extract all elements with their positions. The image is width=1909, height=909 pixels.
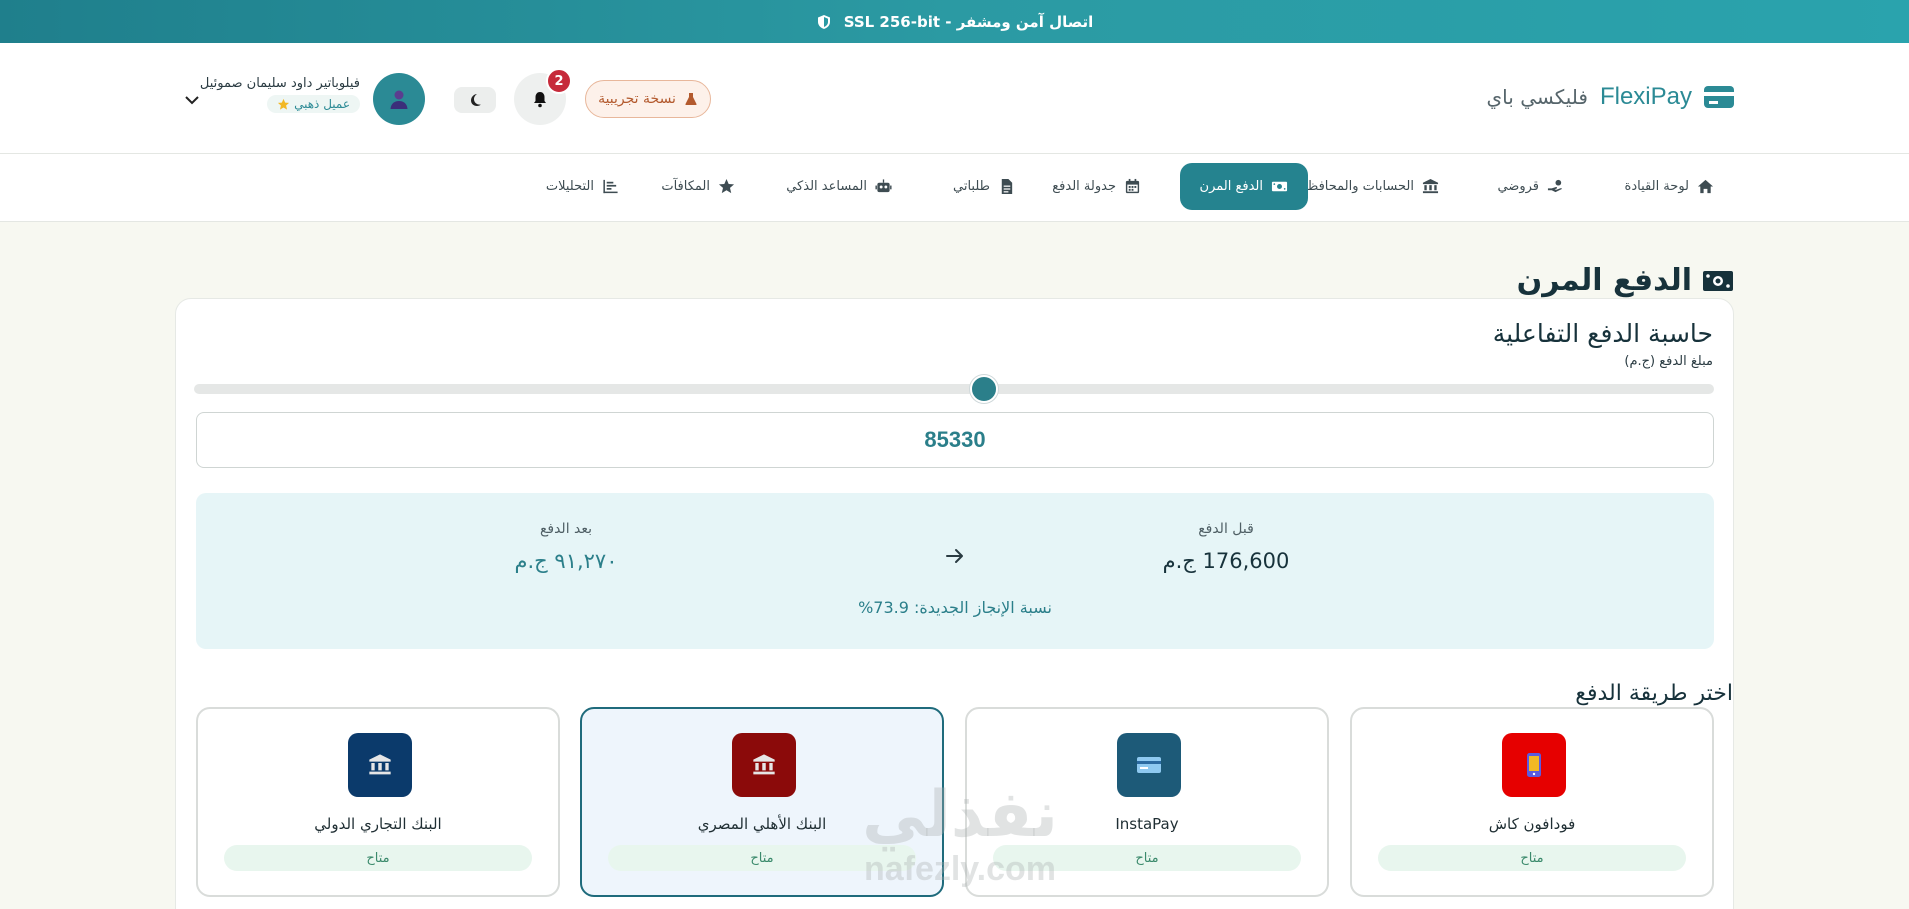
after-payment-label: بعد الدفع <box>539 521 593 537</box>
nav-item-rewards[interactable]: المكافآت <box>641 163 755 210</box>
payment-method-title: اختر طريقة الدفع <box>1575 681 1733 706</box>
nav-item-dashboard[interactable]: لوحة القيادة <box>1605 163 1734 210</box>
main-nav: لوحة القيادة قروضي الحسابات والمحافظ الد… <box>0 154 1909 222</box>
after-payment: بعد الدفع ٩١,٢٧٠ ج.م <box>416 521 716 573</box>
page-title-text: الدفع المرن <box>1516 263 1692 298</box>
arrow-right-icon <box>946 549 963 563</box>
method-card-vodafone-cash[interactable]: فودافون كاش متاح <box>1350 707 1714 897</box>
flask-icon <box>685 93 697 105</box>
nav-item-label: جدولة الدفع <box>1052 179 1116 194</box>
theme-toggle-button[interactable] <box>454 87 496 113</box>
nav-item-my-requests[interactable]: طلباتي <box>933 163 1035 210</box>
user-icon <box>390 90 408 109</box>
method-logo <box>1117 733 1181 797</box>
chart-icon <box>603 179 618 194</box>
phone-icon <box>1527 753 1541 777</box>
nav-item-analytics[interactable]: التحليلات <box>526 163 639 210</box>
nav-item-label: الحسابات والمحافظ <box>1306 179 1414 194</box>
method-logo <box>348 733 412 797</box>
page-title: الدفع المرن <box>1517 263 1734 298</box>
nav-item-label: المساعد الذكي <box>786 179 867 194</box>
method-name: فودافون كاش <box>1488 815 1576 833</box>
brand-name-en: FlexiPay <box>1599 83 1692 110</box>
method-card-cib[interactable]: البنك التجاري الدولي متاح <box>196 707 560 897</box>
user-info[interactable]: فيلوباتير داود سليمان صموئيل عميل ذهبي <box>200 76 360 113</box>
bank-icon <box>753 754 775 775</box>
star-icon <box>278 98 290 110</box>
watermark: نفذلي nafezly.com <box>845 780 1075 888</box>
bank-icon <box>1422 178 1439 194</box>
completion-rate: نسبة الإنجاز الجديدة: 73.9% <box>858 598 1052 617</box>
chevron-down-icon[interactable] <box>183 91 201 109</box>
trial-badge: نسخة تجريبية <box>585 80 711 118</box>
nav-item-label: لوحة القيادة <box>1624 179 1689 194</box>
amount-input[interactable] <box>196 412 1714 468</box>
payment-summary: قبل الدفع 176,600 ج.م بعد الدفع ٩١,٢٧٠ ج… <box>196 493 1714 649</box>
star-icon <box>718 178 735 194</box>
shield-icon <box>817 14 830 29</box>
home-icon <box>1697 179 1714 194</box>
amount-slider-thumb[interactable] <box>970 375 999 403</box>
calculator-title: حاسبة الدفع التفاعلية <box>1492 319 1713 348</box>
calendar-icon <box>1125 178 1140 194</box>
security-banner: اتصال آمن ومشفر - SSL 256-bit <box>0 0 1909 43</box>
trial-label: نسخة تجريبية <box>598 91 676 107</box>
user-tier-badge: عميل ذهبي <box>267 95 360 113</box>
nav-item-label: المكافآت <box>661 179 710 194</box>
amount-slider-track[interactable] <box>194 384 1714 394</box>
robot-icon <box>875 179 892 193</box>
method-logo <box>1502 733 1566 797</box>
card-icon <box>1137 757 1161 773</box>
amount-label: مبلغ الدفع (ج.م) <box>1624 354 1713 369</box>
user-avatar[interactable] <box>373 73 425 125</box>
credit-card-icon <box>1704 86 1734 108</box>
user-name: فيلوباتير داود سليمان صموئيل <box>199 76 360 91</box>
banner-text: اتصال آمن ومشفر - SSL 256-bit <box>843 12 1094 31</box>
nav-item-label: طلباتي <box>953 179 990 194</box>
file-icon <box>1001 178 1013 195</box>
money-bill-icon <box>1271 181 1288 192</box>
user-tier-label: عميل ذهبي <box>294 97 350 111</box>
method-logo <box>732 733 796 797</box>
nav-item-accounts-wallets[interactable]: الحسابات والمحافظ <box>1286 163 1459 210</box>
watermark-ar: نفذلي <box>862 778 1058 852</box>
brand-name-ar: فليكسي باي <box>1486 85 1588 109</box>
method-status: متاح <box>1378 845 1686 871</box>
after-payment-value: ٩١,٢٧٠ ج.م <box>514 549 618 573</box>
nav-item-payment-schedule[interactable]: جدولة الدفع <box>1032 163 1161 210</box>
hand-money-icon <box>1547 179 1563 193</box>
money-bill-icon <box>1703 270 1733 291</box>
before-payment-value: 176,600 ج.م <box>1162 549 1290 573</box>
bell-icon <box>534 92 546 108</box>
before-payment-label: قبل الدفع <box>1198 521 1254 537</box>
brand-logo[interactable]: FlexiPay فليكسي باي <box>1487 83 1734 111</box>
nav-item-label: التحليلات <box>545 179 594 194</box>
watermark-en: nafezly.com <box>863 850 1057 888</box>
nav-item-label: قروضي <box>1497 179 1539 194</box>
method-status: متاح <box>224 845 532 871</box>
nav-item-label: الدفع المرن <box>1199 179 1263 194</box>
bank-icon <box>369 754 391 775</box>
nav-item-flexible-payment[interactable]: الدفع المرن <box>1179 163 1308 210</box>
nav-item-smart-assistant[interactable]: المساعد الذكي <box>766 163 912 210</box>
app-header: FlexiPay فليكسي باي نسخة تجريبية 2 فيلوب… <box>0 43 1909 154</box>
notifications-count-badge: 2 <box>546 68 572 94</box>
method-name: البنك التجاري الدولي <box>314 815 442 833</box>
nav-item-my-loans[interactable]: قروضي <box>1477 163 1584 210</box>
moon-icon <box>471 94 481 106</box>
before-payment: قبل الدفع 176,600 ج.م <box>1076 521 1376 573</box>
